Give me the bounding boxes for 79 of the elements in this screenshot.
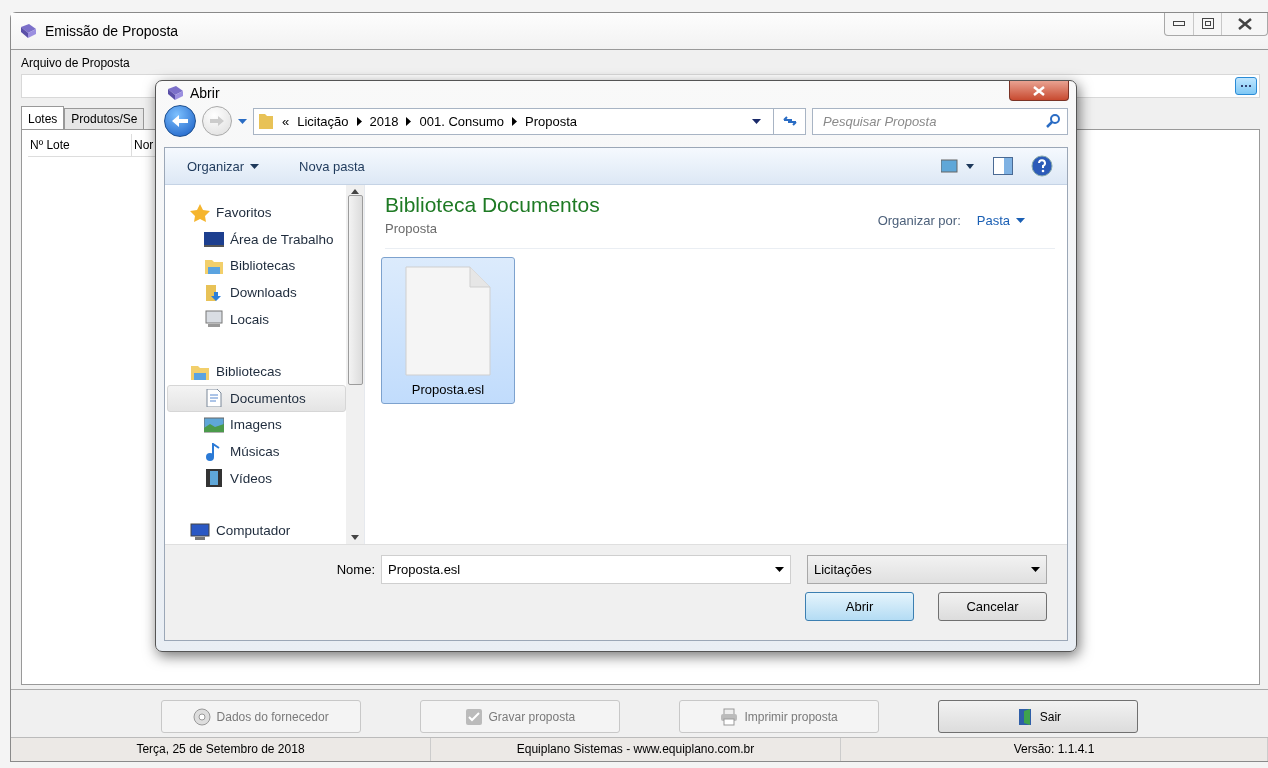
- arrow-left-icon: [171, 114, 189, 129]
- minimize-icon: [1173, 21, 1185, 27]
- disc-icon: [192, 707, 211, 726]
- arrow-right-icon: [209, 115, 225, 128]
- breadcrumb-item[interactable]: Proposta: [525, 113, 578, 129]
- arrange-label: Organizar por:: [877, 213, 961, 229]
- dialog-button[interactable]: Abrir: [805, 592, 914, 621]
- library-subtitle: Proposta: [385, 221, 439, 237]
- field-label: Arquivo de Proposta: [21, 56, 131, 70]
- view-options-icon[interactable]: [941, 158, 975, 175]
- chevron-right-icon: [512, 116, 518, 126]
- nav-item[interactable]: Bibliotecas: [167, 252, 346, 280]
- library-title: Biblioteca Documentos: [385, 193, 600, 218]
- nav-item[interactable]: Downloads: [167, 279, 346, 306]
- nav-item[interactable]: Locais: [167, 305, 346, 333]
- window-title: Emissão de Proposta: [45, 23, 179, 39]
- action-button[interactable]: Sair: [938, 700, 1139, 733]
- preview-pane-icon[interactable]: [993, 157, 1013, 176]
- breadcrumb-item[interactable]: 2018: [369, 113, 399, 129]
- breadcrumb-item[interactable]: Licitação: [297, 113, 349, 129]
- breadcrumb-item[interactable]: 001. Consumo: [419, 113, 505, 129]
- address-bar[interactable]: « Licitação 2018 001. Consumo Proposta: [253, 107, 806, 135]
- tab[interactable]: Lotes: [21, 106, 65, 130]
- search-icon: [1046, 113, 1060, 128]
- filename-label: Nome:: [336, 562, 375, 577]
- close-icon: [1237, 18, 1252, 30]
- back-button[interactable]: [164, 105, 196, 138]
- nav-item[interactable]: Vídeos: [167, 464, 346, 492]
- toolbar-button[interactable]: Nova pasta: [299, 158, 365, 174]
- computer-icon: [204, 310, 224, 329]
- picture-icon: [204, 415, 224, 434]
- document-icon: [204, 389, 224, 408]
- filename-field[interactable]: Proposta.esl: [381, 555, 791, 584]
- printer-icon: [720, 707, 739, 726]
- status-text: Equiplano Sistemas - www.equiplano.com.br: [431, 738, 841, 761]
- browse-button[interactable]: [1235, 77, 1257, 95]
- film-icon: [204, 469, 224, 488]
- file-type-dropdown[interactable]: Licitações: [807, 555, 1047, 584]
- organize-menu[interactable]: Organizar: [187, 158, 260, 174]
- caret-icon: [775, 567, 784, 572]
- chevron-right-icon: [406, 116, 412, 126]
- caret-icon: [1031, 567, 1040, 572]
- column-header[interactable]: Nº Lote: [28, 134, 132, 157]
- scroll-down-icon[interactable]: [351, 535, 359, 540]
- ellipsis-icon: [1240, 84, 1252, 88]
- chevron-right-icon: [356, 116, 362, 126]
- overflow-chevron[interactable]: «: [282, 113, 290, 129]
- nav-item[interactable]: Documentos: [167, 385, 346, 412]
- nav-item[interactable]: Computador: [167, 517, 346, 544]
- checkbox-icon: [464, 707, 483, 726]
- dialog-button[interactable]: Cancelar: [938, 592, 1047, 621]
- file-item[interactable]: Proposta.esl: [381, 257, 515, 405]
- close-icon: [1032, 85, 1046, 96]
- dialog-title: Abrir: [190, 85, 220, 102]
- tab[interactable]: Produtos/Se: [64, 108, 145, 130]
- caret-icon: [238, 118, 247, 124]
- scroll-thumb[interactable]: [347, 194, 363, 385]
- folder-icon: [258, 112, 274, 131]
- download-folder-icon: [204, 283, 224, 302]
- star-icon: [190, 203, 210, 222]
- nav-item[interactable]: Área de Trabalho: [167, 226, 346, 253]
- monitor-icon: [204, 230, 224, 249]
- scrollbar[interactable]: [346, 185, 364, 544]
- file-icon: [405, 266, 491, 377]
- caret-icon: [1016, 218, 1025, 224]
- nav-item[interactable]: Imagens: [167, 411, 346, 439]
- nav-item[interactable]: Músicas: [167, 438, 346, 465]
- search-field[interactable]: Pesquisar Proposta: [812, 107, 1068, 135]
- status-text: Versão: 1.1.4.1: [841, 738, 1268, 761]
- nav-item[interactable]: Favoritos: [167, 199, 346, 227]
- help-icon[interactable]: [1031, 155, 1053, 178]
- arrange-dropdown[interactable]: Pasta: [976, 213, 1025, 229]
- restore-icon: [1201, 18, 1214, 30]
- nav-item[interactable]: Bibliotecas: [167, 358, 346, 386]
- caret-icon: [250, 163, 260, 169]
- computer-icon: [190, 521, 210, 540]
- caret-icon: [752, 118, 761, 124]
- status-text: Terça, 25 de Setembro de 2018: [11, 738, 431, 761]
- close-button[interactable]: [1009, 81, 1069, 101]
